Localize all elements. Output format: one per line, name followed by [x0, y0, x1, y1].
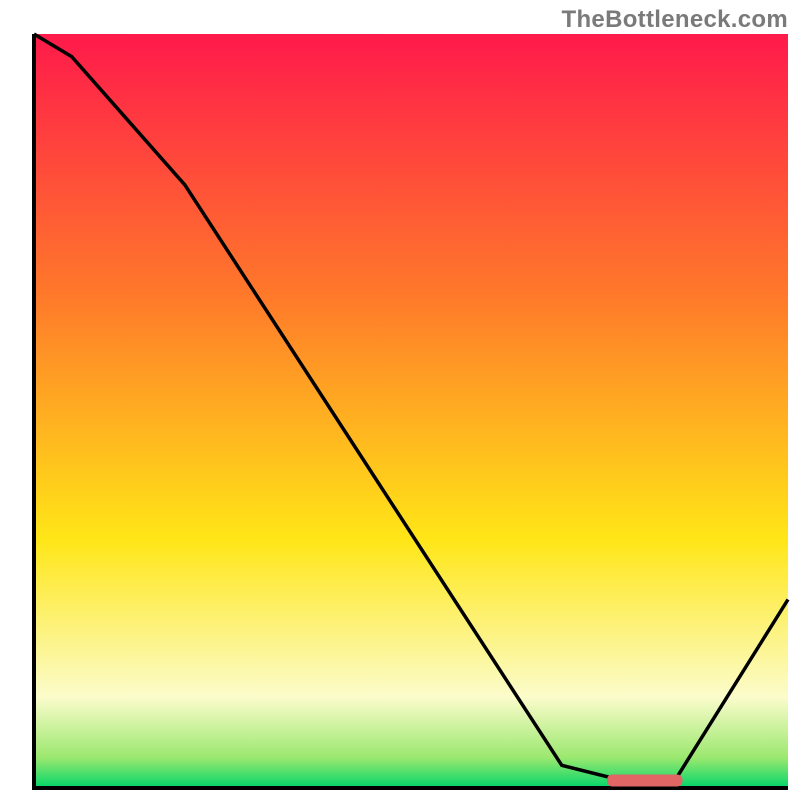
optimal-zone-marker: [607, 774, 682, 786]
chart-container: { "attribution": "TheBottleneck.com", "c…: [0, 0, 800, 800]
bottleneck-chart: [0, 0, 800, 800]
plot-background: [34, 34, 788, 788]
